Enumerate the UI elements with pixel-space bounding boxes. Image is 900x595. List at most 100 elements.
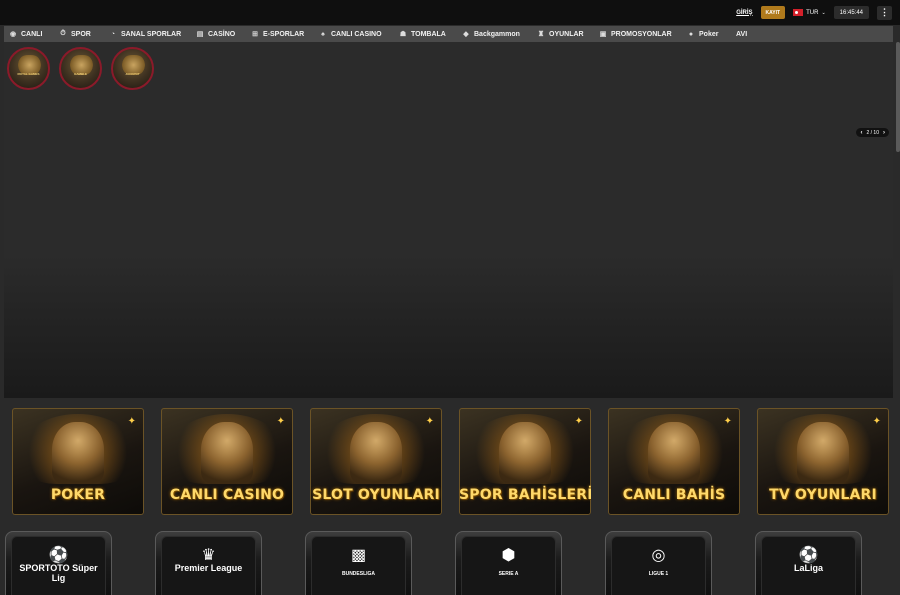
chevron-right-icon[interactable]: › [883,130,885,136]
nav-item-label: SANAL SPORLAR [121,30,182,38]
bingo-icon: ☗ [399,31,407,38]
chevron-left-icon[interactable]: ‹ [860,130,862,136]
category-label: POKER [50,487,106,503]
league-card-laliga[interactable]: ⚽ LaLiga [755,531,862,595]
category-label: TV OYUNLARI [769,487,877,503]
top-bar: GİRİŞ KAYIT TUR ⌄ 16:45:44 ⋮ [0,0,900,25]
stopwatch-icon: ⏱ [60,30,66,37]
card-artwork [797,422,849,484]
category-card-tv-oyunlari[interactable]: ✦ TV OYUNLARI [757,408,889,515]
live-icon: ◉ [9,31,17,38]
games-icon: ♜ [537,31,545,38]
league-card-inner: ♛ Premier League [161,536,256,595]
login-link[interactable]: GİRİŞ [736,10,752,16]
league-card-super-lig[interactable]: ⚽ SPORTOTO Süper Lig [5,531,112,595]
nav-item-label: AVI [736,30,748,38]
live-casino-icon: ♠ [321,30,325,38]
bundesliga-logo-icon: ▩ [350,547,367,564]
league-name: Premier League [174,563,243,573]
gift-icon: ▣ [599,31,607,38]
carousel-counter: 2 / 10 [866,129,879,136]
hero-banner: ROYAL GAMES GAMBLE JACKPOT ‹ 2 / 10 › [4,42,893,398]
nav-item-avi[interactable]: AVI [736,31,747,38]
nav-item-tombala[interactable]: ☗ TOMBALA [399,30,462,39]
nav-item-canli-casino[interactable]: ♠ CANLI CASINO [319,31,399,38]
sparkle-icon: ✦ [425,416,434,427]
category-card-canli-bahis[interactable]: ✦ CANLI BAHİS [608,408,740,515]
super-lig-logo-icon: ⚽ [48,547,69,564]
nav-item-label: CANLI [21,30,43,38]
nav-item-label: CANLI CASINO [331,30,382,38]
league-card-inner: ▩ BUNDESLIGA [311,536,406,595]
story-item[interactable]: ROYAL GAMES [7,47,50,90]
league-card-bundesliga[interactable]: ▩ BUNDESLIGA [305,531,412,595]
sparkle-icon: ✦ [872,416,881,427]
story-caption: GAMBLE [74,72,87,76]
laliga-logo-icon: ⚽ [798,547,819,564]
nav-item-backgammon[interactable]: ◆ Backgammon [462,30,537,39]
league-card-serie-a[interactable]: ⬢ SERIE A [455,531,562,595]
card-artwork [201,422,253,484]
league-card-inner: ◎ LIGUE 1 [611,536,706,595]
language-code: TUR [806,9,819,16]
category-row: ✦ POKER ✦ CANLI CASINO ✦ SLOT OYUNLARI ✦… [12,408,889,515]
nav-item-label: CASİNO [208,30,236,38]
register-button[interactable]: KAYIT [760,6,786,19]
sparkle-icon: ✦ [723,416,732,427]
nav-item-promosyonlar[interactable]: ▣ PROMOSYONLAR [599,30,687,39]
category-card-poker[interactable]: ✦ POKER [12,408,144,515]
lion-crest-icon: ♛ [201,547,216,564]
card-artwork [350,422,402,484]
nav-item-sanal-sporlar[interactable]: ◔ SANAL SPORLAR [109,31,196,38]
league-card-inner: ⚽ LaLiga [761,536,856,595]
card-artwork [52,422,104,484]
category-label: SPOR BAHİSLERİ [459,487,591,503]
kebab-menu-icon[interactable]: ⋮ [877,5,892,20]
main-nav: ◉ CANLI ⏱ SPOR ◔ SANAL SPORLAR ▤ CASİNO … [4,26,893,42]
stories-row: ROYAL GAMES GAMBLE JACKPOT [7,47,154,90]
nav-item-label: Poker [699,30,719,38]
nav-item-label: SPOR [71,30,91,38]
league-card-inner: ⬢ SERIE A [461,536,556,595]
sparkle-icon: ✦ [127,416,136,427]
league-card-premier-league[interactable]: ♛ Premier League [155,531,262,595]
category-label: SLOT OYUNLARI [312,487,440,503]
chevron-down-icon: ⌄ [821,9,826,16]
nav-item-label: E-SPORLAR [263,30,305,38]
nav-item-label: OYUNLAR [549,30,584,38]
serie-a-logo-icon: ⬢ [501,547,516,564]
category-card-spor-bahisleri[interactable]: ✦ SPOR BAHİSLERİ [459,408,591,515]
nav-item-casino[interactable]: ▤ CASİNO [196,30,251,39]
category-card-canli-casino[interactable]: ✦ CANLI CASINO [161,408,293,515]
ligue-1-logo-icon: ◎ [651,547,666,564]
header-actions: GİRİŞ KAYIT TUR ⌄ 16:45:44 ⋮ [736,5,892,20]
sparkle-icon: ✦ [276,416,285,427]
nav-item-e-sporlar[interactable]: ⊞ E-SPORLAR [251,30,319,39]
nav-item-spor[interactable]: ⏱ SPOR [59,30,109,38]
story-caption: JACKPOT [125,72,140,76]
story-item[interactable]: JACKPOT [111,47,154,90]
nav-item-label: PROMOSYONLAR [611,30,672,38]
casino-icon: ▤ [196,31,204,38]
league-name: SERIE A [498,571,519,577]
league-name: LaLiga [793,563,823,573]
language-selector[interactable]: TUR ⌄ [793,9,826,16]
category-card-slot-oyunlari[interactable]: ✦ SLOT OYUNLARI [310,408,442,515]
clock: 16:45:44 [833,6,869,19]
nav-item-oyunlar[interactable]: ♜ OYUNLAR [537,30,599,39]
nav-item-label: Backgammon [474,30,520,38]
card-artwork [499,422,551,484]
league-card-ligue-1[interactable]: ◎ LIGUE 1 [605,531,712,595]
category-label: CANLI CASINO [169,487,285,503]
nav-item-canli[interactable]: ◉ CANLI [9,30,59,39]
story-item[interactable]: GAMBLE [59,47,102,90]
league-row: ⚽ SPORTOTO Süper Lig ♛ Premier League ▩ … [5,531,862,595]
league-name: BUNDESLIGA [341,571,376,577]
virtual-sports-icon: ◔ [110,30,116,38]
carousel-pager: ‹ 2 / 10 › [856,128,889,137]
nav-item-poker[interactable]: ● Poker [687,31,736,38]
scrollbar[interactable] [896,42,900,152]
backgammon-icon: ◆ [463,31,469,38]
story-caption: ROYAL GAMES [17,72,40,76]
category-label: CANLI BAHİS [622,487,726,503]
